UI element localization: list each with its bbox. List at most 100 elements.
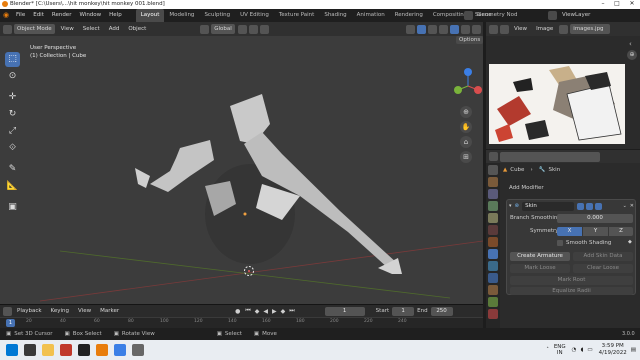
- image-menu[interactable]: Image: [533, 24, 556, 34]
- next-keyframe-icon[interactable]: ◆: [281, 308, 286, 315]
- properties-search[interactable]: [500, 151, 600, 162]
- object-tab-icon[interactable]: [488, 237, 498, 247]
- world-tab-icon[interactable]: [488, 225, 498, 235]
- modifier-name-field[interactable]: Skin: [522, 201, 575, 211]
- modifier-tab-icon[interactable]: [488, 249, 498, 259]
- gizmo-icon[interactable]: [417, 24, 426, 34]
- object-menu[interactable]: Object: [125, 24, 149, 34]
- measure-tool-icon[interactable]: 📐: [5, 179, 20, 194]
- image-view-menu[interactable]: View: [511, 24, 530, 34]
- viewport-toggle-icon[interactable]: [586, 202, 594, 210]
- collapse-icon[interactable]: ▾: [509, 203, 512, 209]
- marker-menu[interactable]: Marker: [97, 306, 122, 316]
- tab-layout[interactable]: Layout: [135, 9, 165, 22]
- animate-property-icon[interactable]: ◆: [628, 239, 632, 245]
- annotate-tool-icon[interactable]: ✎: [5, 162, 20, 177]
- app-icon[interactable]: [132, 344, 144, 356]
- menu-window[interactable]: Window: [75, 9, 105, 22]
- task-view-icon[interactable]: [24, 344, 36, 356]
- visibility-icon[interactable]: [406, 24, 415, 34]
- timeline-editor-icon[interactable]: [3, 306, 12, 316]
- editor-type-icon[interactable]: [3, 24, 12, 34]
- brave-browser-icon[interactable]: [60, 344, 72, 356]
- image-editor-area[interactable]: ‹ ⊕: [486, 36, 640, 149]
- file-explorer-icon[interactable]: [42, 344, 54, 356]
- image-mode-icon[interactable]: [500, 24, 509, 34]
- menu-render[interactable]: Render: [48, 9, 76, 22]
- end-frame-field[interactable]: 250: [430, 306, 453, 316]
- output-tab-icon[interactable]: [488, 189, 498, 199]
- 3d-viewport[interactable]: User Perspective (1) Collection | Cube O…: [0, 36, 483, 304]
- tab-texture-paint[interactable]: Texture Paint: [274, 9, 320, 22]
- cursor-tool-icon[interactable]: ⊙: [5, 69, 20, 84]
- material-tab-icon[interactable]: [488, 309, 498, 319]
- tab-uv-editing[interactable]: UV Editing: [235, 9, 274, 22]
- timeline-area[interactable]: 1 20 40 60 80 100 120 140 160 180 200 22…: [0, 317, 483, 328]
- edit-mode-toggle-icon[interactable]: [577, 202, 585, 210]
- xray-icon[interactable]: [439, 24, 448, 34]
- image-zoom-icon[interactable]: ⊕: [627, 50, 637, 60]
- clock[interactable]: 3:59 PM 4/19/2022: [599, 343, 627, 357]
- orientation-dropdown[interactable]: Global: [211, 24, 235, 34]
- data-tab-icon[interactable]: [488, 297, 498, 307]
- transform-tool-icon[interactable]: ⟐: [5, 141, 20, 156]
- properties-editor-icon[interactable]: [489, 152, 498, 161]
- material-shading-icon[interactable]: [461, 24, 470, 34]
- tab-rendering[interactable]: Rendering: [390, 9, 428, 22]
- select-box-tool-icon[interactable]: ⬚: [5, 52, 20, 67]
- blender-menu-icon[interactable]: ◉: [0, 9, 12, 22]
- equalize-radii-button[interactable]: Equalize Radii: [510, 287, 633, 295]
- rotate-tool-icon[interactable]: ↻: [5, 107, 20, 122]
- clear-loose-button[interactable]: Clear Loose: [573, 264, 633, 273]
- browse-image-icon[interactable]: [559, 24, 569, 34]
- app-icon[interactable]: [78, 344, 90, 356]
- keying-menu[interactable]: Keying: [48, 306, 72, 316]
- remove-modifier-icon[interactable]: ✕: [630, 203, 634, 209]
- mode-dropdown[interactable]: Object Mode: [14, 24, 55, 34]
- image-sidebar-toggle-icon[interactable]: ‹: [629, 40, 632, 48]
- create-armature-button[interactable]: Create Armature: [510, 252, 570, 261]
- symmetry-z-toggle[interactable]: Z: [609, 227, 633, 236]
- menu-file[interactable]: File: [12, 9, 29, 22]
- tab-animation[interactable]: Animation: [352, 9, 390, 22]
- current-frame-field[interactable]: 1: [324, 306, 365, 316]
- tab-modeling[interactable]: Modeling: [164, 9, 199, 22]
- symmetry-y-toggle[interactable]: Y: [583, 227, 608, 236]
- playback-menu[interactable]: Playback: [14, 306, 45, 316]
- particles-tab-icon[interactable]: [488, 261, 498, 271]
- overlay-icon[interactable]: [428, 24, 437, 34]
- rendered-shading-icon[interactable]: [472, 24, 481, 34]
- jump-end-icon[interactable]: ⏭: [289, 307, 294, 315]
- render-toggle-icon[interactable]: [595, 202, 603, 210]
- menu-edit[interactable]: Edit: [29, 9, 48, 22]
- blender-taskbar-icon[interactable]: [96, 344, 108, 356]
- add-menu[interactable]: Add: [106, 24, 123, 34]
- tool-tab-icon[interactable]: [488, 165, 498, 175]
- branch-smoothing-field[interactable]: 0.000: [557, 214, 633, 223]
- zoom-icon[interactable]: ⊕: [460, 106, 472, 118]
- record-icon[interactable]: ●: [235, 308, 240, 315]
- modifier-dropdown-icon[interactable]: ⌄: [623, 203, 627, 209]
- scene-icon[interactable]: [464, 11, 473, 20]
- proportional-edit-icon[interactable]: [259, 24, 269, 34]
- camera-view-icon[interactable]: ⌂: [460, 136, 472, 148]
- language-indicator[interactable]: ENG IN: [554, 344, 566, 356]
- notifications-icon[interactable]: ▤: [631, 347, 636, 353]
- battery-icon[interactable]: ▭: [587, 347, 592, 353]
- view-layer-tab-icon[interactable]: [488, 201, 498, 211]
- constraints-tab-icon[interactable]: [488, 285, 498, 295]
- image-name-field[interactable]: images.jpg: [570, 24, 611, 34]
- pan-hand-icon[interactable]: ✋: [460, 121, 472, 133]
- app-icon[interactable]: [114, 344, 126, 356]
- transform-orientation-icon[interactable]: [200, 24, 210, 34]
- start-menu-icon[interactable]: [6, 344, 18, 356]
- snap-icon[interactable]: [248, 24, 258, 34]
- add-skin-data-button[interactable]: Add Skin Data: [573, 252, 633, 261]
- minimize-icon[interactable]: –: [596, 0, 610, 9]
- add-cube-tool-icon[interactable]: ▣: [5, 200, 20, 215]
- symmetry-x-toggle[interactable]: X: [557, 227, 582, 236]
- perspective-toggle-icon[interactable]: ⊞: [460, 151, 472, 163]
- start-frame-field[interactable]: 1: [392, 306, 415, 316]
- view-layer-selector[interactable]: ViewLayer: [562, 9, 590, 22]
- mark-root-button[interactable]: Mark Root: [510, 276, 633, 285]
